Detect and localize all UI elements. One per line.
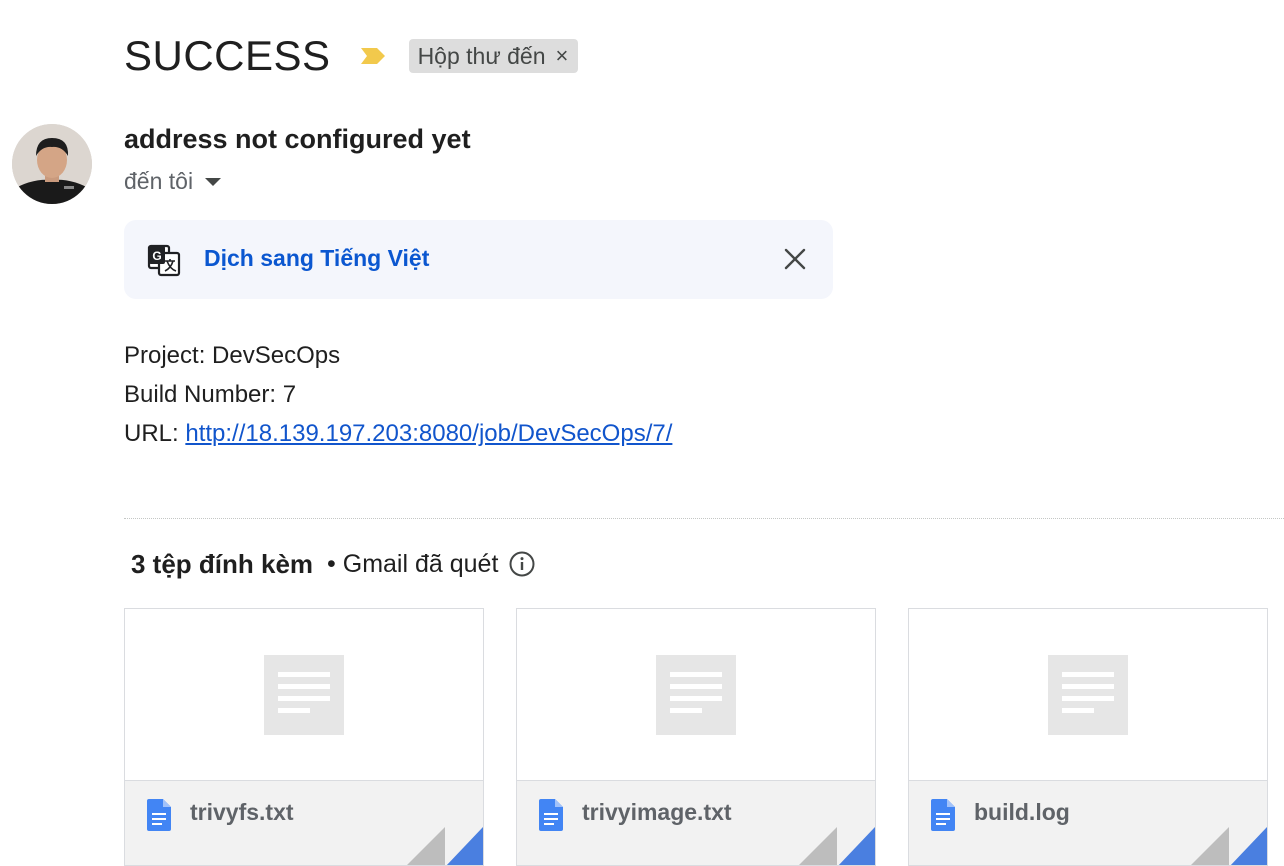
page-curl-corner [407,827,483,865]
document-thumbnail-icon [1048,655,1128,735]
divider [124,518,1284,519]
project-line: Project: DevSecOps [124,342,341,369]
label-chip-text: Hộp thư đến [417,42,546,69]
url-line: URL: http://18.139.197.203:8080/job/DevS… [124,414,672,453]
recipient-label: đến tôi [124,168,194,194]
document-file-icon [147,799,171,831]
sender-name: address not configured yet [124,124,471,154]
email-view: SUCCESS Hộp thư đến × address not config… [0,0,1284,866]
attachments-header: 3 tệp đính kèm • Gmail đã quét [131,546,536,582]
subject-row: SUCCESS Hộp thư đến × [124,30,579,82]
document-thumbnail-icon [264,655,344,735]
attachment-filename: trivyimage.txt [582,799,732,825]
attachment-footer: trivyimage.txt [517,781,875,865]
email-body: Project: DevSecOps Build Number: 7 URL: … [124,336,672,453]
document-file-icon [931,799,955,831]
info-icon[interactable] [508,550,536,578]
attachment-preview [125,609,483,781]
attachment-filename: build.log [974,799,1070,825]
attachments-count: 3 tệp đính kèm [131,548,314,579]
attachment-preview [517,609,875,781]
translate-bar: G Dịch sang Tiếng Việt [124,220,833,299]
sender-avatar[interactable] [12,124,92,204]
email-subject: SUCCESS [124,32,331,79]
remove-label-icon[interactable]: × [556,43,569,69]
chevron-down-icon[interactable] [205,177,222,186]
document-thumbnail-icon [656,655,736,735]
gmail-scan-notice: • Gmail đã quét [327,549,499,578]
build-number-line: Build Number: 7 [124,381,297,408]
build-url-link[interactable]: http://18.139.197.203:8080/job/DevSecOps… [185,420,672,447]
document-file-icon [539,799,563,831]
attachment-preview [909,609,1267,781]
attachment-footer: trivyfs.txt [125,781,483,865]
attachment-card[interactable]: trivyfs.txt [124,608,484,866]
attachment-card[interactable]: build.log [908,608,1268,866]
page-curl-corner [1191,827,1267,865]
url-label: URL: [124,420,186,447]
google-translate-icon: G [147,244,181,277]
close-icon[interactable] [783,247,807,271]
recipient-details[interactable]: đến tôi [124,168,222,195]
attachment-footer: build.log [909,781,1267,865]
inbox-label-chip: Hộp thư đến × [408,39,579,73]
importance-marker-icon[interactable] [359,46,387,66]
attachment-card[interactable]: trivyimage.txt [516,608,876,866]
page-curl-corner [799,827,875,865]
translate-link[interactable]: Dịch sang Tiếng Việt [204,245,429,272]
attachment-filename: trivyfs.txt [190,799,294,825]
svg-text:G: G [152,249,161,263]
